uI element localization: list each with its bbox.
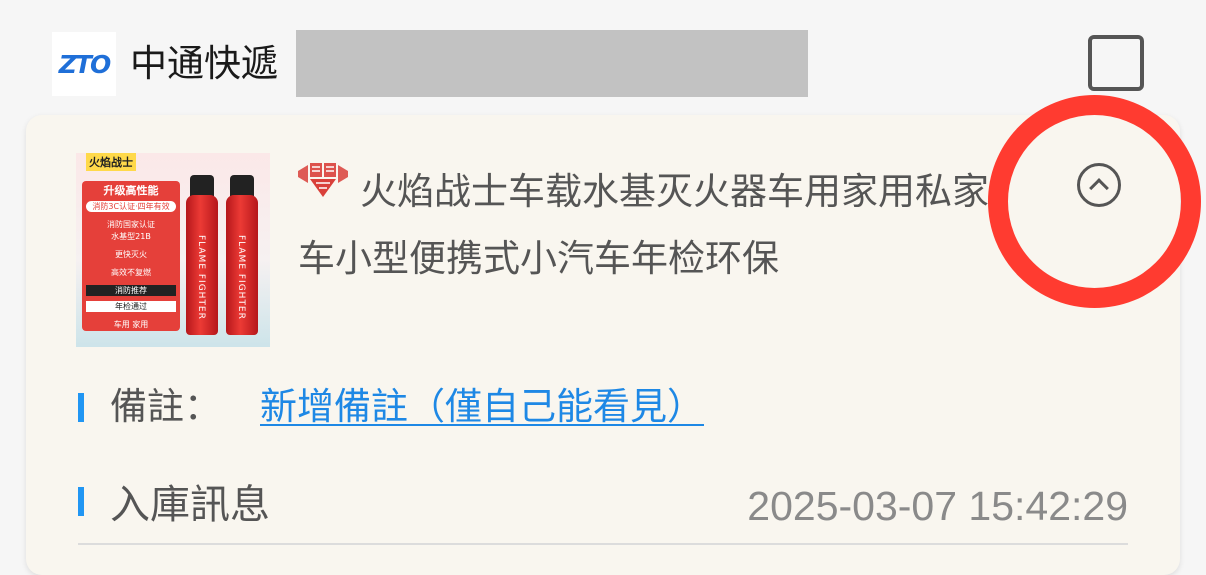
thumbnail-text: 消防国家认证	[107, 220, 155, 229]
thumbnail-text: 车用 家用	[113, 320, 149, 329]
extinguisher-nozzle	[230, 175, 254, 197]
divider	[78, 543, 1128, 545]
redacted-tracking-number	[296, 30, 808, 97]
row-accent-bar	[78, 393, 84, 422]
thumbnail-text: 年检通过	[86, 301, 176, 312]
product-thumbnail[interactable]: 火焰战士 升级高性能 消防3C认证·四年有效 消防国家认证 水基型21B 更快灭…	[76, 153, 270, 347]
thumbnail-text: 消防推荐	[86, 285, 176, 296]
storage-info-label: 入庫訊息	[110, 482, 270, 528]
add-note-link[interactable]: 新增備註（僅自己能看見）	[260, 380, 704, 434]
courier-name: 中通快遞	[130, 42, 278, 85]
storage-timestamp: 2025-03-07 15:42:29	[747, 483, 1128, 529]
package-card: 火焰战士 升级高性能 消防3C认证·四年有效 消防国家认证 水基型21B 更快灭…	[26, 115, 1180, 575]
thumbnail-text: 水基型21B	[111, 232, 151, 241]
product-title[interactable]: 火焰战士车载水基灭火器车用家用私家车小型便携式小汽车年检环保	[298, 158, 1008, 278]
extinguisher-label: FLAME FIGHTER	[236, 235, 246, 320]
select-checkbox[interactable]	[1088, 35, 1144, 91]
thumbnail-brand: 火焰战士	[86, 153, 136, 171]
extinguisher-label: FLAME FIGHTER	[196, 235, 206, 320]
package-header: ZTO 中通快遞	[0, 0, 1206, 110]
zto-logo-text: ZTO	[58, 49, 111, 79]
extinguisher-nozzle	[190, 175, 214, 197]
chevron-up-icon	[1089, 177, 1109, 198]
zto-logo: ZTO	[52, 32, 116, 96]
collapse-button[interactable]	[1077, 163, 1121, 207]
thumbnail-text: 更快灭火	[115, 250, 147, 259]
thumbnail-text: 消防3C认证·四年有效	[86, 201, 176, 212]
thumbnail-text: 高效不复燃	[111, 268, 151, 277]
note-label: 備註：	[110, 385, 221, 428]
thumbnail-feature-panel: 升级高性能 消防3C认证·四年有效 消防国家认证 水基型21B 更快灭火 高效不…	[82, 181, 180, 331]
row-accent-bar	[78, 487, 84, 516]
thumbnail-text: 升级高性能	[103, 185, 159, 196]
